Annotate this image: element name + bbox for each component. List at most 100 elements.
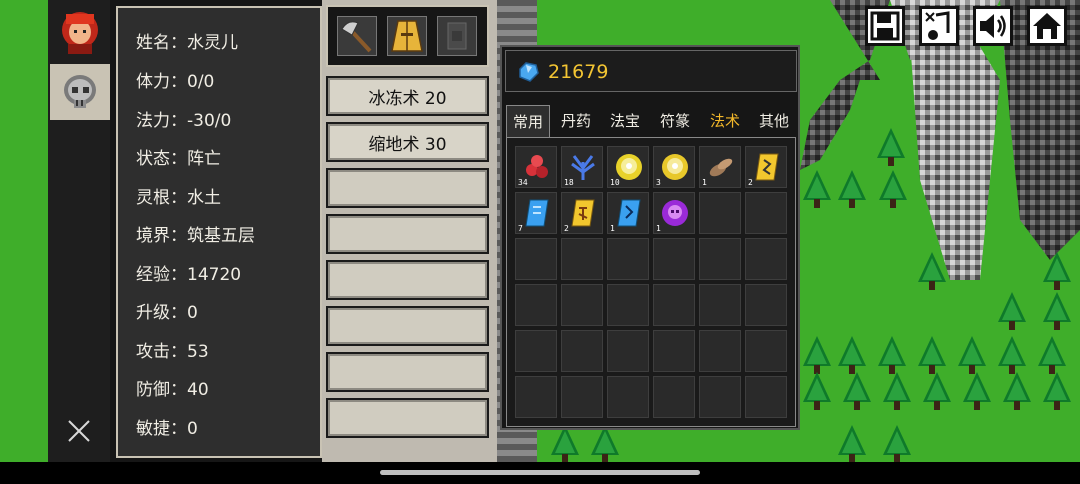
stat-hp: 体力：0/0	[136, 72, 215, 92]
skill-slot-1[interactable]: 冰冻术 20	[326, 76, 489, 116]
inventory-slot-empty[interactable]	[653, 238, 695, 280]
pine-tree	[995, 292, 1029, 332]
inventory-slot-empty[interactable]	[515, 284, 557, 326]
music-toggle-button[interactable]	[919, 6, 959, 46]
inventory-slot-empty[interactable]	[745, 238, 787, 280]
stat-levelup: 升级：0	[136, 303, 198, 323]
inventory-slot-empty[interactable]	[515, 238, 557, 280]
armor-slot[interactable]	[387, 16, 427, 56]
inventory-slot[interactable]: 7	[515, 192, 557, 234]
stat-exp: 经验：14720	[136, 265, 242, 285]
inventory-slot-empty[interactable]	[699, 238, 741, 280]
pine-tree	[1040, 372, 1074, 412]
inventory-slot-empty[interactable]	[607, 238, 649, 280]
empty-jar-icon	[447, 22, 467, 50]
tab-other[interactable]: 其他	[752, 105, 796, 137]
pine-tree	[800, 336, 834, 376]
inventory-slot[interactable]: 2	[561, 192, 603, 234]
inventory-slot[interactable]: 1	[607, 192, 649, 234]
save-button[interactable]	[865, 6, 905, 46]
inventory-slot-empty[interactable]	[699, 376, 741, 418]
stats-frame: 姓名：水灵儿 体力：0/0 法力：-30/0 状态：阵亡 灵根：水土 境界：筑基…	[116, 6, 322, 458]
inventory-slot[interactable]: 2	[745, 146, 787, 188]
home-gesture-bar[interactable]	[380, 470, 700, 475]
pine-tree	[880, 425, 914, 465]
item-count: 10	[610, 178, 620, 187]
inventory-slot-empty[interactable]	[607, 376, 649, 418]
item-count: 2	[564, 224, 569, 233]
inventory-slot-empty[interactable]	[561, 284, 603, 326]
inventory-slot-empty[interactable]	[607, 284, 649, 326]
tab-talismans[interactable]: 符篆	[653, 105, 697, 137]
item-count: 3	[656, 178, 661, 187]
pine-tree	[880, 372, 914, 412]
tab-artifacts[interactable]: 法宝	[603, 105, 647, 137]
speaker-icon	[980, 14, 1006, 38]
floppy-disk-icon	[870, 11, 900, 41]
inventory-slot[interactable]: 34	[515, 146, 557, 188]
skill-slot-empty[interactable]	[326, 352, 489, 392]
blue-scroll-icon	[617, 199, 641, 227]
inventory-slot-empty[interactable]	[699, 330, 741, 372]
pine-tree	[1040, 252, 1074, 292]
pine-tree	[874, 128, 908, 168]
pine-tree	[915, 336, 949, 376]
tab-character-portrait[interactable]	[50, 4, 110, 60]
sound-toggle-button[interactable]	[973, 6, 1013, 46]
skill-slot-empty[interactable]	[326, 214, 489, 254]
inventory-slot[interactable]: 3	[653, 146, 695, 188]
inventory-slot[interactable]: 1	[653, 192, 695, 234]
inventory-slot[interactable]: 18	[561, 146, 603, 188]
character-stats-panel: 姓名：水灵儿 体力：0/0 法力：-30/0 状态：阵亡 灵根：水土 境界：筑基…	[110, 0, 322, 462]
inventory-slot-empty[interactable]	[515, 330, 557, 372]
pine-tree	[835, 425, 869, 465]
inventory-slot-empty[interactable]	[561, 238, 603, 280]
item-count: 18	[564, 178, 574, 187]
close-icon[interactable]	[62, 414, 96, 448]
stat-attack: 攻击：53	[136, 342, 209, 362]
pine-tree	[800, 170, 834, 210]
inventory-slot[interactable]: 10	[607, 146, 649, 188]
skill-slot-2[interactable]: 缩地术 30	[326, 122, 489, 162]
inventory-slot-empty[interactable]	[745, 284, 787, 326]
skill-slot-empty[interactable]	[326, 168, 489, 208]
system-navigation-bar	[0, 462, 1080, 484]
spirit-stone-icon	[519, 62, 539, 82]
inventory-slot-empty[interactable]	[745, 376, 787, 418]
inventory-slot-empty[interactable]	[699, 284, 741, 326]
currency-bar: 21679	[505, 50, 797, 92]
home-button[interactable]	[1027, 6, 1067, 46]
inventory-slot-empty[interactable]	[653, 376, 695, 418]
skull-portrait-icon	[64, 75, 96, 108]
item-count: 2	[748, 178, 753, 187]
weapon-slot[interactable]	[337, 16, 377, 56]
item-count: 7	[518, 224, 523, 233]
inventory-slot-empty[interactable]	[653, 284, 695, 326]
tab-character-skull[interactable]	[50, 64, 110, 120]
inventory-panel: 21679 常用 丹药 法宝 符篆 法术 其他 34 18 10 3 1 2 7…	[500, 45, 800, 430]
inventory-slot-empty[interactable]	[607, 330, 649, 372]
pine-tree	[875, 336, 909, 376]
skill-slot-empty[interactable]	[326, 260, 489, 300]
inventory-slot-empty[interactable]	[561, 330, 603, 372]
inventory-slot-empty[interactable]	[653, 330, 695, 372]
item-count: 1	[656, 224, 661, 233]
tab-common[interactable]: 常用	[506, 105, 550, 137]
stat-agility: 敏捷：0	[136, 419, 198, 439]
inventory-slot-empty[interactable]	[699, 192, 741, 234]
pine-tree	[840, 372, 874, 412]
inventory-slot[interactable]: 1	[699, 146, 741, 188]
pine-tree	[960, 372, 994, 412]
accessory-slot[interactable]	[437, 16, 477, 56]
inventory-slot-empty[interactable]	[745, 330, 787, 372]
yellow-talisman-icon	[755, 153, 779, 181]
stat-defense: 防御：40	[136, 380, 209, 400]
skill-slot-empty[interactable]	[326, 398, 489, 438]
robe-icon	[391, 20, 423, 52]
tab-pills[interactable]: 丹药	[554, 105, 598, 137]
skill-slot-empty[interactable]	[326, 306, 489, 346]
inventory-slot-empty[interactable]	[745, 192, 787, 234]
inventory-slot-empty[interactable]	[515, 376, 557, 418]
inventory-slot-empty[interactable]	[561, 376, 603, 418]
tab-spells[interactable]: 法术	[703, 105, 747, 137]
